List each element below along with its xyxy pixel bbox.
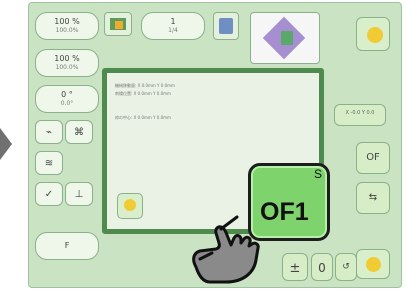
zero-label: 0 — [318, 261, 326, 275]
moon-icon — [124, 199, 136, 211]
image-preview-button[interactable] — [104, 12, 132, 36]
needle-icon: ✓ — [44, 189, 54, 200]
arrow-icon — [0, 128, 12, 160]
hand-pointer-icon — [192, 215, 260, 284]
embroidery-preview-stitches — [281, 31, 293, 45]
zoom-button-2-value: 100 % — [54, 54, 80, 63]
zoom-button-2-sub: 100.0% — [55, 64, 79, 71]
moon-icon — [366, 257, 381, 272]
dialog-line-3: 枠の中心: X 0.0mm Y 0.0mm — [115, 115, 171, 120]
pattern-button[interactable]: ⌘ — [65, 120, 93, 144]
image-preview-accent — [115, 21, 123, 29]
thread-count-button[interactable]: 1 1/4 — [141, 12, 205, 40]
dialog-line-2: 刺繍位置: X 0.0mm Y 0.0mm — [115, 91, 171, 96]
zero-button[interactable]: 0 — [311, 253, 333, 281]
of-button-label: OF — [366, 152, 380, 163]
angle-button[interactable]: 0 ° 0.0° — [35, 85, 99, 113]
plus-minus-button[interactable]: ± — [282, 253, 308, 281]
zoom-button-1-sub: 100.0% — [55, 27, 79, 34]
of-button[interactable]: OF — [356, 142, 390, 174]
side-button[interactable]: ⇆ — [356, 182, 390, 214]
tool-icon — [219, 18, 233, 34]
moon-icon — [367, 27, 383, 43]
stitch-icon: ≋ — [44, 158, 54, 169]
angle-button-sub: 0.0° — [60, 100, 74, 107]
dialog-line-1: 機械移動量: X 0.0mm Y 0.0mm — [115, 83, 175, 88]
thread-count-sub: 1/4 — [168, 27, 178, 34]
moon-button-bottom[interactable] — [356, 249, 390, 279]
jump-icon: ⌁ — [45, 127, 53, 138]
mini-readout-text: X -0.0 Y 0.0 — [345, 110, 375, 116]
angle-button-value: 0 ° — [61, 90, 73, 99]
of1-tag: S — [313, 167, 322, 181]
frame-button[interactable]: ⊥ — [65, 182, 93, 206]
zoom-button-1[interactable]: 100 % 100.0% — [35, 12, 99, 40]
jump-button[interactable]: ⌁ — [35, 120, 63, 144]
thread-count-value: 1 — [170, 17, 176, 26]
mini-readout: X -0.0 Y 0.0 — [334, 104, 386, 126]
speed-button[interactable]: F — [35, 232, 99, 260]
reset-button[interactable]: ↺ — [335, 253, 357, 281]
tool-button[interactable] — [213, 12, 239, 40]
zoom-button-1-value: 100 % — [54, 17, 80, 26]
pattern-icon: ⌘ — [74, 127, 84, 138]
zoom-button-2[interactable]: 100 % 100.0% — [35, 49, 99, 77]
dialog-moon-button[interactable] — [117, 193, 143, 219]
moon-button-top[interactable] — [356, 17, 390, 51]
speed-button-value: F — [64, 241, 70, 250]
stitch-button[interactable]: ≋ — [35, 151, 63, 175]
embroidery-preview — [250, 12, 320, 64]
needle-button[interactable]: ✓ — [35, 182, 63, 206]
side-button-icon: ⇆ — [368, 192, 378, 203]
frame-icon: ⊥ — [74, 189, 84, 200]
plus-minus-label: ± — [289, 261, 301, 276]
reset-icon: ↺ — [342, 262, 350, 272]
